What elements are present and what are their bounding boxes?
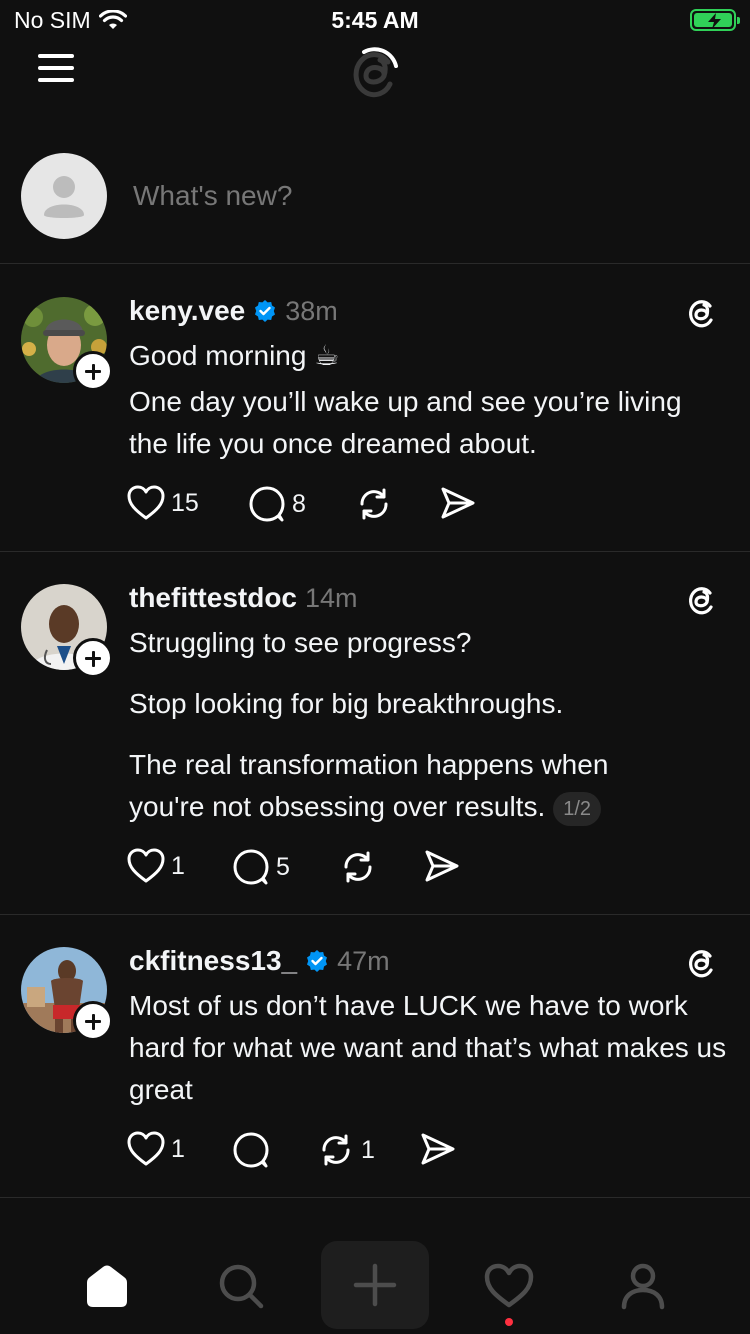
reply-count: 5 [276, 852, 290, 881]
like-count: 1 [171, 851, 185, 880]
heart-icon [484, 1263, 534, 1308]
tab-search[interactable] [201, 1246, 281, 1326]
timestamp: 38m [285, 295, 338, 326]
home-icon [87, 1265, 127, 1307]
follow-button[interactable] [73, 638, 113, 678]
post-actions: 15 8 [127, 485, 577, 525]
comment-icon [233, 1132, 269, 1168]
follow-button[interactable] [73, 351, 113, 391]
tab-profile[interactable] [603, 1246, 683, 1326]
post-card[interactable]: thefittestdoc 14m Struggling to see prog… [0, 552, 750, 915]
profile-icon [621, 1263, 665, 1310]
post-card[interactable]: ckfitness13_ 47m Most of us don’t have L… [0, 915, 750, 1198]
post-text: Good morning ☕ One day you’ll wake up an… [129, 335, 730, 465]
notification-dot [505, 1318, 513, 1326]
threads-icon[interactable] [684, 945, 720, 981]
repost-icon [322, 1134, 350, 1166]
post-text: Most of us don’t have LUCK we have to wo… [129, 985, 730, 1111]
post-line: One day you’ll wake up and see you’re li… [129, 386, 682, 459]
battery-charging-icon [690, 9, 740, 31]
clock: 5:45 AM [331, 7, 419, 33]
reply-button[interactable]: 5 [232, 848, 290, 886]
share-button[interactable] [423, 848, 461, 884]
repost-icon [344, 851, 372, 883]
post-line: Most of us don’t have LUCK we have to wo… [129, 990, 727, 1105]
like-button[interactable]: 1 [127, 848, 185, 884]
tab-create[interactable] [321, 1241, 429, 1329]
timestamp: 47m [337, 945, 390, 976]
post-actions: 1 5 [127, 848, 577, 888]
post-header: ckfitness13_ 47m [129, 943, 390, 979]
post-header: keny.vee 38m [129, 293, 338, 329]
send-icon [441, 487, 475, 519]
post-line-wrap: The real transformation happens when you… [129, 744, 689, 828]
comment-icon [249, 486, 285, 522]
reply-count: 8 [292, 489, 306, 518]
repost-button[interactable] [339, 848, 377, 886]
reply-button[interactable] [232, 1131, 276, 1169]
like-button[interactable]: 15 [127, 485, 199, 521]
post-card[interactable]: keny.vee 38m Good morning ☕ One day you’… [0, 265, 750, 552]
comment-icon [233, 849, 269, 885]
repost-icon [360, 488, 388, 520]
timestamp: 14m [305, 582, 358, 613]
repost-button[interactable]: 1 [317, 1131, 375, 1169]
like-button[interactable]: 1 [127, 1131, 185, 1167]
tab-activity[interactable] [469, 1246, 549, 1326]
heart-icon [127, 848, 165, 883]
reply-button[interactable]: 8 [248, 485, 306, 523]
post-line: Struggling to see progress? [129, 627, 472, 658]
repost-button[interactable] [355, 485, 393, 523]
search-icon [219, 1264, 264, 1309]
username[interactable]: thefittestdoc [129, 582, 297, 614]
post-line: Stop looking for big breakthroughs. [129, 688, 564, 719]
composer-placeholder[interactable]: What's new? [133, 180, 292, 212]
heart-icon [127, 1131, 165, 1166]
post-header: thefittestdoc 14m [129, 580, 358, 616]
post-actions: 1 1 [127, 1131, 577, 1171]
post-line: The real transformation happens when you… [129, 749, 609, 822]
repost-count: 1 [361, 1135, 375, 1164]
threads-icon[interactable] [684, 295, 720, 331]
own-avatar[interactable] [21, 153, 107, 239]
threads-icon[interactable] [684, 582, 720, 618]
share-button[interactable] [439, 485, 477, 521]
tab-home[interactable] [67, 1246, 147, 1326]
heart-icon [127, 485, 165, 520]
menu-icon[interactable] [38, 52, 74, 84]
username[interactable]: ckfitness13_ [129, 945, 297, 977]
send-icon [425, 850, 459, 882]
bottom-tab-bar [0, 1236, 750, 1334]
status-bar: No SIM 5:45 AM [0, 0, 750, 40]
new-post-composer[interactable]: What's new? [0, 150, 750, 264]
plus-icon [353, 1263, 397, 1307]
verified-badge-icon [255, 300, 276, 322]
verified-badge-icon [307, 950, 328, 972]
post-text: Struggling to see progress? Stop looking… [129, 622, 730, 828]
username[interactable]: keny.vee [129, 295, 245, 327]
send-icon [421, 1133, 455, 1165]
like-count: 1 [171, 1134, 185, 1163]
top-nav [0, 40, 750, 110]
threads-logo-icon[interactable] [342, 40, 408, 106]
follow-button[interactable] [73, 1001, 113, 1041]
post-line: Good morning ☕ [129, 340, 340, 371]
page-indicator-badge[interactable]: 1/2 [553, 791, 602, 826]
share-button[interactable] [419, 1131, 457, 1167]
like-count: 15 [171, 488, 199, 517]
